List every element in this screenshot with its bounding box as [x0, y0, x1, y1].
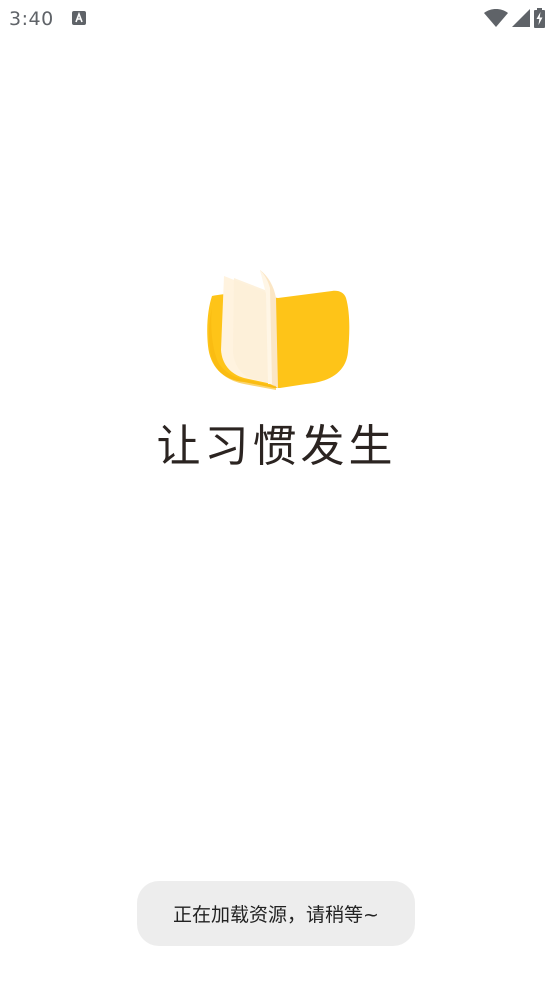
- battery-charging-icon: [534, 8, 545, 28]
- status-time: 3:40: [9, 8, 54, 30]
- status-bar: 3:40: [0, 0, 553, 38]
- cell-signal-icon: [512, 9, 530, 27]
- toast-message: 正在加载资源，请稍等~: [173, 904, 379, 926]
- open-book-icon: [207, 270, 350, 390]
- text-a-icon: [72, 11, 86, 25]
- status-icons: [484, 8, 545, 28]
- wifi-icon: [484, 9, 508, 27]
- splash-screen: 3:40 让习惯发生 正在加载资源，请稍等~: [0, 0, 553, 984]
- app-slogan: 让习惯发生: [156, 421, 397, 472]
- loading-toast: 正在加载资源，请稍等~: [137, 881, 415, 946]
